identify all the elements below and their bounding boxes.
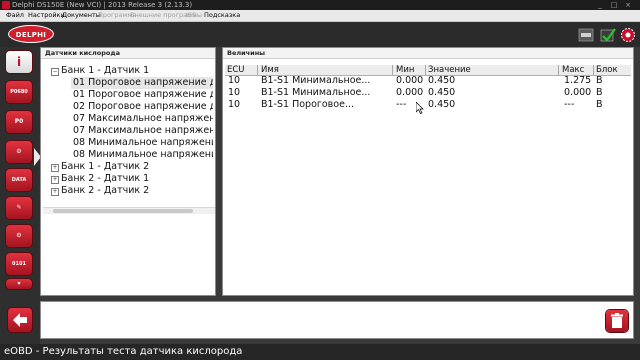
column-header-unit[interactable]: Блок — [596, 65, 618, 75]
menu-bar: Файл Настройки Документы Программа Внешн… — [0, 10, 640, 22]
tree-leaf-label: 07 Максимальное напряжение датчика — [73, 125, 213, 136]
tree-node-label: Банк 2 - Датчик 2 — [61, 185, 150, 196]
tree-leaf-label: 02 Пороговое напряжение датчика — [73, 101, 213, 112]
column-header-ecu[interactable]: ECU — [227, 65, 245, 75]
eobd-mode-icon[interactable] — [578, 27, 594, 43]
freeze-frame-icon[interactable]: ⚙ — [6, 141, 32, 163]
tree-leaf[interactable]: 07 Максимальное напряжение датчика — [71, 125, 213, 137]
scrollbar-thumb[interactable] — [53, 209, 193, 213]
column-header-name[interactable]: Имя — [261, 65, 279, 75]
cell-ecu: 10 — [228, 87, 241, 98]
cell-max: 0.000 — [564, 87, 592, 98]
cell-ecu: 10 — [228, 99, 241, 110]
back-button[interactable] — [8, 308, 32, 332]
tree-leaf[interactable]: 08 Минимальное напряжение датчика — [71, 149, 213, 161]
back-arrow-icon — [13, 313, 27, 327]
cell-ecu: 10 — [228, 75, 241, 86]
column-header-max[interactable]: Макс — [562, 65, 584, 75]
column-separator — [425, 65, 426, 75]
column-separator — [257, 65, 258, 75]
tree-node[interactable]: + Банк 2 - Датчик 2 — [41, 185, 213, 197]
function-sidebar: i P0680 P0 ⚙ DATA ✎ ⚙ 0101 ▾ — [0, 47, 40, 344]
cell-value: 0.450 — [428, 87, 456, 98]
tree-node-label: Банк 1 - Датчик 1 — [61, 65, 150, 76]
close-button[interactable]: × — [622, 0, 634, 10]
cell-name: B1-S1 Минимальное... — [261, 75, 371, 86]
read-codes-icon[interactable]: P0680 — [6, 81, 32, 103]
collapse-icon[interactable]: − — [51, 68, 59, 76]
cell-unit: B — [596, 75, 603, 86]
tree-panel-title: Датчики кислорода — [41, 48, 215, 59]
menu-file[interactable]: Файл — [6, 10, 24, 21]
menu-settings[interactable]: Настройки — [28, 10, 65, 21]
cell-min: --- — [396, 99, 407, 110]
tree-leaf[interactable]: 08 Минимальное напряжение датчика — [71, 137, 213, 149]
delete-button[interactable] — [606, 310, 628, 332]
minimize-button[interactable]: _ — [594, 0, 606, 10]
cell-unit: B — [596, 87, 603, 98]
oxygen-sensor-icon[interactable]: ✎ — [6, 197, 32, 219]
app-header: DELPHI — [0, 22, 640, 47]
delphi-logo: DELPHI — [8, 25, 54, 43]
tree-horizontal-scrollbar[interactable] — [43, 207, 215, 214]
column-separator — [392, 65, 393, 75]
cell-name: B1-S1 Пороговое... — [261, 99, 355, 110]
menu-documents[interactable]: Документы — [62, 10, 101, 21]
live-data-icon[interactable]: DATA — [6, 169, 32, 191]
menu-iss[interactable]: ISS — [186, 10, 196, 21]
scroll-down-icon[interactable]: ▾ — [6, 279, 32, 289]
status-bar: eOBD - Результаты теста датчика кислород… — [0, 344, 640, 360]
component-test-icon[interactable]: ⚙ — [6, 225, 32, 247]
tree-leaf[interactable]: 01 Пороговое напряжение датчика — [71, 89, 213, 101]
expand-icon[interactable]: + — [51, 176, 59, 184]
mouse-cursor-icon — [416, 102, 424, 114]
trash-icon — [611, 313, 623, 328]
tree-leaf-label: 08 Минимальное напряжение датчика — [73, 149, 213, 160]
column-header-value[interactable]: Значение — [428, 65, 471, 75]
app-icon — [2, 1, 10, 9]
cell-name: B1-S1 Минимальное... — [261, 87, 371, 98]
sensor-tree-panel: Датчики кислорода − Банк 1 - Датчик 1 01… — [40, 47, 216, 296]
tree-leaf-label: 07 Максимальное напряжение датчика — [73, 113, 213, 124]
values-panel: Величины ECU Имя Мин Значение Макс Блок … — [222, 47, 634, 296]
expand-icon[interactable]: + — [51, 164, 59, 172]
tree-node[interactable]: + Банк 1 - Датчик 2 — [41, 161, 213, 173]
bottom-action-panel — [40, 301, 634, 339]
column-separator — [558, 65, 559, 75]
connection-check-icon[interactable] — [600, 27, 616, 43]
maximize-button[interactable]: □ — [608, 0, 620, 10]
values-panel-title: Величины — [223, 48, 633, 59]
tree-leaf-label: 01 Пороговое напряжение датчика — [73, 77, 213, 88]
cell-value: 0.450 — [428, 99, 456, 110]
tree-node[interactable]: + Банк 2 - Датчик 1 — [41, 173, 213, 185]
cell-max: 1.275 — [564, 75, 592, 86]
tree-node[interactable]: − Банк 1 - Датчик 1 — [41, 65, 213, 77]
menu-help[interactable]: Подсказка — [204, 10, 240, 21]
cell-unit: B — [596, 99, 603, 110]
tree-node-label: Банк 1 - Датчик 2 — [61, 161, 150, 172]
window-title: Delphi DS150E (New VCI) | 2013 Release 3… — [12, 1, 193, 9]
tree-node-label: Банк 2 - Датчик 1 — [61, 173, 150, 184]
column-separator — [593, 65, 594, 75]
column-header-min[interactable]: Мин — [396, 65, 414, 75]
tree-leaf-label: 08 Минимальное напряжение датчика — [73, 137, 213, 148]
cell-max: --- — [564, 99, 575, 110]
tree-leaf[interactable]: 02 Пороговое напряжение датчика — [71, 101, 213, 113]
tree-leaf-selected[interactable]: 01 Пороговое напряжение датчика — [71, 77, 213, 89]
info-icon[interactable]: i — [6, 51, 32, 73]
obd-info-icon[interactable]: 0101 — [6, 253, 32, 275]
cell-min: 0.000 — [396, 87, 424, 98]
vci-status-icon[interactable] — [620, 27, 636, 43]
expand-icon[interactable]: + — [51, 188, 59, 196]
cell-value: 0.450 — [428, 75, 456, 86]
tree-leaf-label: 01 Пороговое напряжение датчика — [73, 89, 213, 100]
tree-leaf[interactable]: 07 Максимальное напряжение датчика — [71, 113, 213, 125]
window-titlebar: Delphi DS150E (New VCI) | 2013 Release 3… — [0, 0, 640, 10]
clear-codes-icon[interactable]: P0 — [6, 111, 32, 133]
cell-min: 0.000 — [396, 75, 424, 86]
